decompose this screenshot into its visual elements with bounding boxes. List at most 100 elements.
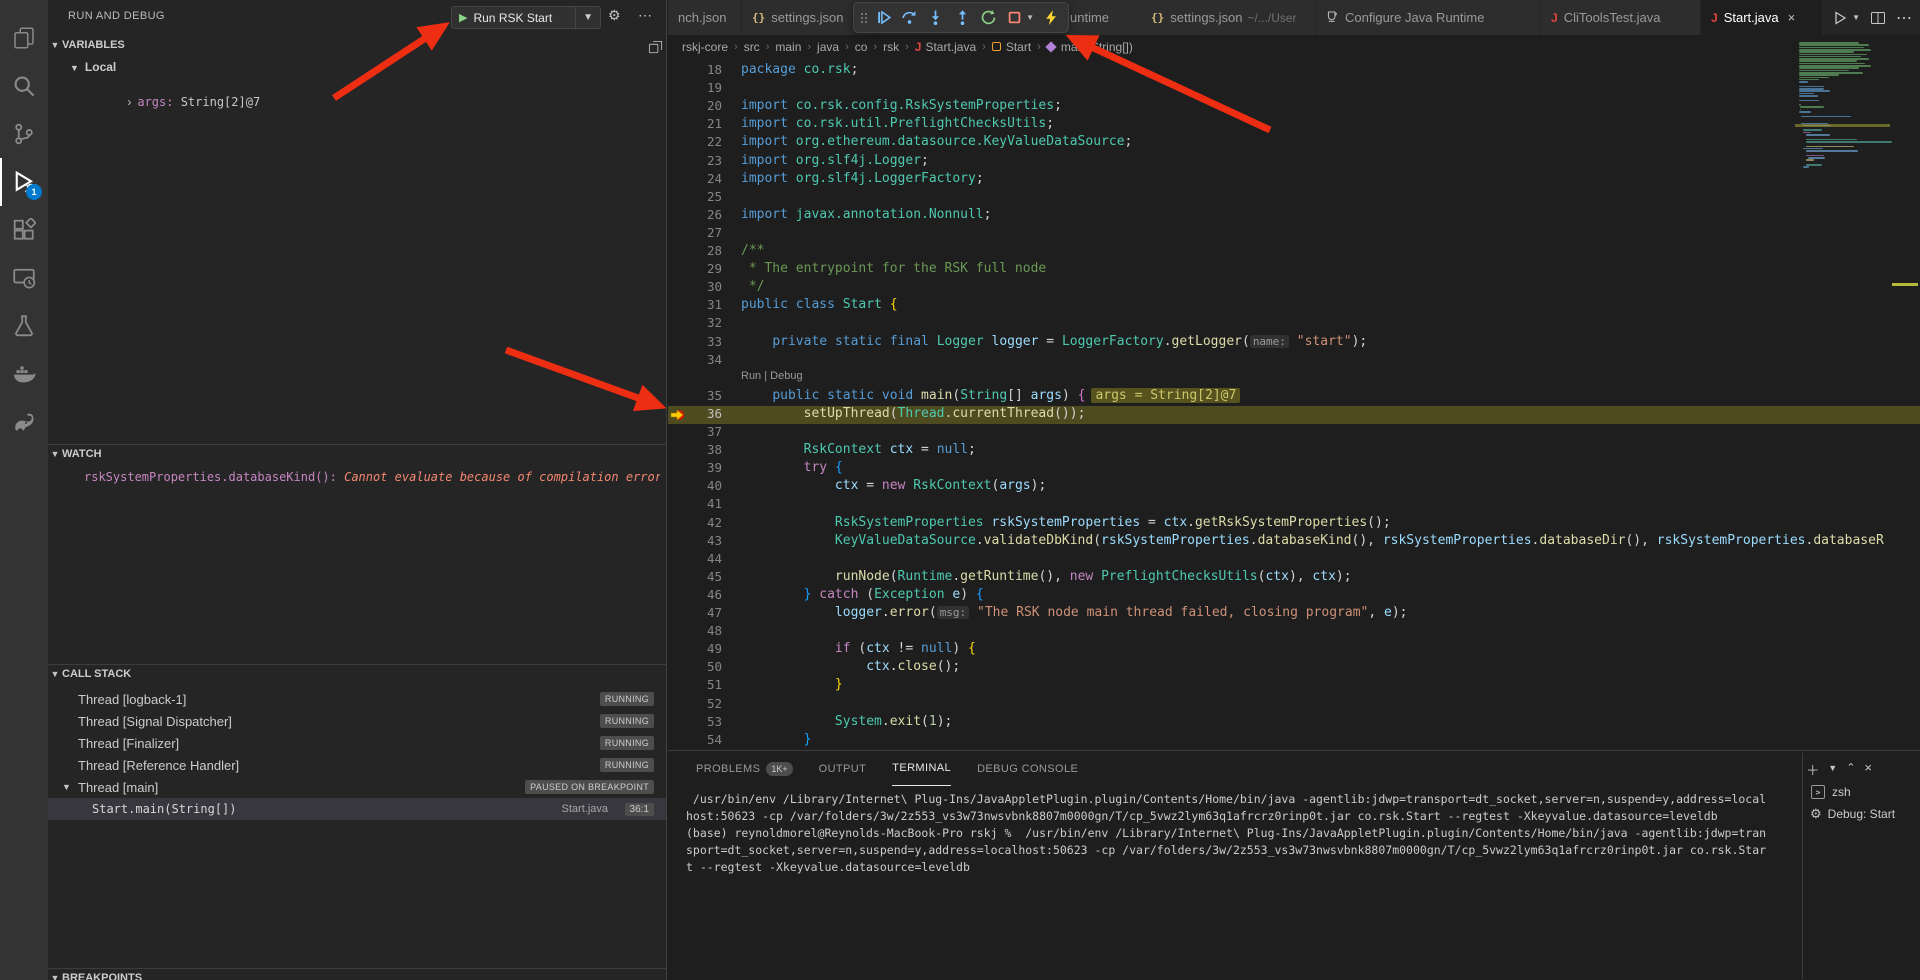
- breadcrumb-item[interactable]: java: [817, 40, 839, 54]
- code-line[interactable]: 54 }: [668, 732, 1920, 750]
- continue-button[interactable]: [873, 7, 894, 29]
- panel-tab-problems[interactable]: PROBLEMS1K+: [696, 752, 793, 786]
- code-line[interactable]: 40 ctx = new RskContext(args);: [668, 478, 1920, 496]
- breadcrumb-item[interactable]: rsk: [883, 40, 899, 54]
- code-line[interactable]: 22import org.ethereum.datasource.KeyValu…: [668, 134, 1920, 152]
- step-over-button[interactable]: [899, 7, 920, 29]
- panel-tab-debug-console[interactable]: DEBUG CONSOLE: [977, 752, 1078, 786]
- tab-clitoolstest-java[interactable]: JCliToolsTest.java: [1541, 0, 1701, 35]
- call-stack-thread[interactable]: Thread [Reference Handler]RUNNING: [48, 754, 666, 776]
- step-into-button[interactable]: [925, 7, 946, 29]
- code-line[interactable]: 18package co.rsk;: [668, 62, 1920, 80]
- more-actions-icon[interactable]: ⋯: [638, 7, 652, 24]
- session-debug-start[interactable]: ⚙Debug: Start: [1803, 803, 1920, 825]
- call-stack-thread[interactable]: Thread [logback-1]RUNNING: [48, 688, 666, 710]
- code-line[interactable]: 29 * The entrypoint for the RSK full nod…: [668, 261, 1920, 279]
- code-editor[interactable]: 18package co.rsk;1920import co.rsk.confi…: [668, 58, 1920, 750]
- code-line[interactable]: 36 setUpThread(Thread.currentThread());: [668, 406, 1920, 424]
- call-stack-thread[interactable]: Thread [Finalizer]RUNNING: [48, 732, 666, 754]
- code-line[interactable]: 35 public static void main(String[] args…: [668, 388, 1920, 406]
- code-line[interactable]: 38 RskContext ctx = null;: [668, 442, 1920, 460]
- code-line[interactable]: 32: [668, 315, 1920, 333]
- breakpoint-paused-icon[interactable]: [670, 408, 685, 422]
- breadcrumb-symbol[interactable]: Start: [992, 40, 1031, 54]
- code-line[interactable]: 28/**: [668, 243, 1920, 261]
- codelens-row[interactable]: Run | Debug: [668, 370, 1920, 388]
- activity-gradle-icon[interactable]: [0, 398, 48, 446]
- minimap[interactable]: [1795, 38, 1890, 678]
- code-line[interactable]: 30 */: [668, 279, 1920, 297]
- variables-section-header[interactable]: ▼VARIABLES: [48, 39, 666, 57]
- launch-config-dropdown[interactable]: ▶ Run RSK Start ▼: [451, 6, 601, 29]
- hot-code-replace-button[interactable]: [1041, 7, 1062, 29]
- activity-source-control-icon[interactable]: [0, 110, 48, 158]
- code-line[interactable]: 41: [668, 496, 1920, 514]
- activity-search-icon[interactable]: [0, 62, 48, 110]
- tab-nch-json[interactable]: nch.json: [668, 0, 742, 35]
- code-line[interactable]: 37: [668, 424, 1920, 442]
- drag-handle-icon[interactable]: [860, 10, 868, 26]
- code-line[interactable]: 26import javax.annotation.Nonnull;: [668, 207, 1920, 225]
- chevron-down-icon[interactable]: ▼: [575, 7, 600, 28]
- code-line[interactable]: 23import org.slf4j.Logger;: [668, 153, 1920, 171]
- panel-tab-output[interactable]: OUTPUT: [819, 752, 867, 786]
- activity-explorer-icon[interactable]: [0, 14, 48, 62]
- editor-scrollbar[interactable]: [1890, 35, 1920, 750]
- more-actions-icon[interactable]: ⋯: [1896, 8, 1912, 28]
- code-line[interactable]: 45 runNode(Runtime.getRuntime(), new Pre…: [668, 569, 1920, 587]
- code-line[interactable]: 20import co.rsk.config.RskSystemProperti…: [668, 98, 1920, 116]
- tab-fragment[interactable]: untime: [1070, 0, 1128, 35]
- code-line[interactable]: 48: [668, 623, 1920, 641]
- activity-run-and-debug-icon[interactable]: 1: [0, 158, 48, 206]
- code-line[interactable]: 31public class Start {: [668, 297, 1920, 315]
- gear-icon[interactable]: ⚙: [608, 7, 621, 24]
- activity-remote-explorer-icon[interactable]: [0, 254, 48, 302]
- code-line[interactable]: 34: [668, 352, 1920, 370]
- stop-options-chevron-icon[interactable]: ▼: [1026, 13, 1036, 22]
- variable-args[interactable]: ›args: String[2]@7: [84, 81, 260, 123]
- stop-button[interactable]: [1004, 7, 1025, 29]
- code-line[interactable]: 21import co.rsk.util.PreflightChecksUtil…: [668, 116, 1920, 134]
- code-line[interactable]: 19: [668, 80, 1920, 98]
- breakpoints-section-header[interactable]: ▼BREAKPOINTS: [48, 972, 666, 980]
- variables-scope-local[interactable]: ▼Local: [70, 60, 116, 74]
- code-line[interactable]: 51 }: [668, 677, 1920, 695]
- split-editor-icon[interactable]: [648, 40, 663, 60]
- restart-button[interactable]: [978, 7, 999, 29]
- breadcrumb-item[interactable]: main: [775, 40, 801, 54]
- activity-extensions-icon[interactable]: [0, 206, 48, 254]
- code-line[interactable]: 44: [668, 551, 1920, 569]
- code-line[interactable]: 49 if (ctx != null) {: [668, 641, 1920, 659]
- panel-tab-terminal[interactable]: TERMINAL: [892, 752, 951, 786]
- activity-docker-icon[interactable]: [0, 350, 48, 398]
- step-out-button[interactable]: [952, 7, 973, 29]
- split-editor-button[interactable]: [1870, 10, 1886, 26]
- stack-frame-start-main[interactable]: Start.main(String[]) Start.java 36:1: [48, 798, 666, 820]
- call-stack-thread[interactable]: ▼Thread [main]PAUSED ON BREAKPOINT: [48, 776, 666, 798]
- breadcrumb-file[interactable]: JStart.java: [915, 40, 976, 54]
- breadcrumb-member[interactable]: main(String[]): [1047, 40, 1133, 54]
- code-line[interactable]: 33 private static final Logger logger = …: [668, 334, 1920, 352]
- watch-expression[interactable]: rskSystemProperties.databaseKind(): Cann…: [84, 470, 660, 484]
- call-stack-section-header[interactable]: ▼CALL STACK: [48, 668, 666, 686]
- terminal-output[interactable]: /usr/bin/env /Library/Internet\ Plug-Ins…: [686, 791, 1791, 876]
- breadcrumb-item[interactable]: co: [855, 40, 868, 54]
- code-line[interactable]: 27: [668, 225, 1920, 243]
- call-stack-thread[interactable]: Thread [Signal Dispatcher]RUNNING: [48, 710, 666, 732]
- run-java-button[interactable]: [1832, 10, 1848, 26]
- code-line[interactable]: 50 ctx.close();: [668, 659, 1920, 677]
- code-line[interactable]: 25: [668, 189, 1920, 207]
- breadcrumb-item[interactable]: src: [744, 40, 760, 54]
- code-line[interactable]: 52: [668, 696, 1920, 714]
- code-line[interactable]: 46 } catch (Exception e) {: [668, 587, 1920, 605]
- run-options-chevron-icon[interactable]: ▼: [1852, 13, 1860, 22]
- tab-configure-java-runtime[interactable]: Configure Java Runtime: [1316, 0, 1541, 35]
- code-line[interactable]: 42 RskSystemProperties rskSystemProperti…: [668, 515, 1920, 533]
- watch-section-header[interactable]: ▼WATCH: [48, 448, 666, 466]
- codelens-run-debug[interactable]: Run | Debug: [741, 370, 803, 382]
- code-line[interactable]: 53 System.exit(1);: [668, 714, 1920, 732]
- activity-testing-icon[interactable]: [0, 302, 48, 350]
- breadcrumb-item[interactable]: rskj-core: [682, 40, 728, 54]
- tab-settings-json[interactable]: {}settings.json~/.../User: [1141, 0, 1316, 35]
- tab-start-java[interactable]: JStart.java×: [1701, 0, 1823, 35]
